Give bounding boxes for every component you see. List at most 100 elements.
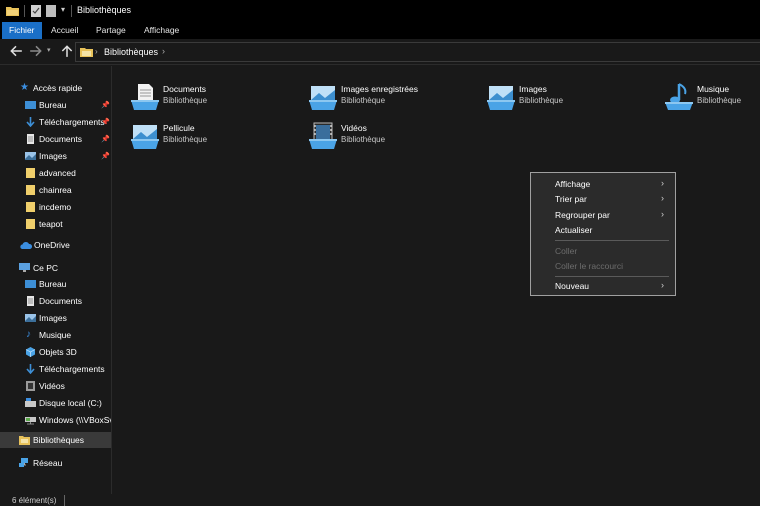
sidebar-item-pc-documents[interactable]: Documents [0, 293, 111, 309]
sidebar-item-label: Vidéos [39, 381, 65, 391]
library-item-images-enregistrees[interactable]: Images enregistrées Bibliothèque [305, 76, 475, 110]
chevron-right-icon: › [661, 280, 664, 290]
library-type: Bibliothèque [519, 96, 564, 105]
menu-item-actualiser[interactable]: Actualiser [531, 222, 675, 237]
properties-icon[interactable] [31, 5, 41, 17]
sidebar-item-label: Windows (\\VBoxSv [39, 415, 112, 425]
customize-toolbar-icon[interactable]: ▾ [61, 5, 65, 14]
title-bar: ▾ Bibliothèques [0, 0, 760, 22]
back-arrow-icon[interactable] [9, 44, 23, 58]
sidebar-item-pc-windows-share[interactable]: Windows (\\VBoxSv [0, 412, 112, 428]
sidebar-item-label: Bibliothèques [33, 435, 85, 445]
menu-item-coller[interactable]: Coller [531, 243, 675, 258]
sidebar-item-telechargements[interactable]: Téléchargements 📌 [0, 114, 111, 130]
path-chevron-icon[interactable]: › [162, 46, 165, 56]
menu-item-affichage[interactable]: Affichage › [531, 176, 675, 191]
navigation-bar: ▾ › Bibliothèques › [0, 39, 760, 65]
documents-library-icon [131, 84, 159, 110]
menu-item-trier-par[interactable]: Trier par › [531, 191, 675, 206]
pin-icon[interactable]: 📌 [101, 101, 110, 109]
library-name: Pellicule [163, 123, 195, 133]
videos-library-icon [309, 122, 337, 149]
sidebar-item-ce-pc[interactable]: Ce PC [0, 260, 111, 276]
sidebar-item-pc-images[interactable]: Images [0, 310, 111, 326]
tab-accueil[interactable]: Accueil [51, 22, 78, 39]
library-name: Documents [163, 84, 206, 94]
tab-partage[interactable]: Partage [96, 22, 126, 39]
sidebar-item-pc-musique[interactable]: ♪ Musique [0, 327, 111, 343]
sidebar-item-label: Images [39, 313, 67, 323]
library-name: Musique [697, 84, 730, 94]
menu-item-nouveau[interactable]: Nouveau › [531, 278, 675, 293]
library-item-musique[interactable]: Musique Bibliothèque [661, 76, 760, 110]
address-path[interactable]: Bibliothèques [104, 47, 158, 57]
network-icon [19, 458, 28, 467]
computer-icon [19, 263, 30, 272]
sidebar-item-label: incdemo [39, 202, 72, 212]
recent-locations-icon[interactable]: ▾ [47, 46, 51, 54]
sidebar-item-documents[interactable]: Documents 📌 [0, 131, 111, 147]
sidebar-item-label: Disque local (C:) [39, 398, 102, 408]
camera-roll-library-icon [131, 125, 159, 149]
sidebar-item-pc-videos[interactable]: Vidéos [0, 378, 111, 394]
sidebar-item-onedrive[interactable]: OneDrive [0, 237, 111, 253]
sidebar-item-chainrea[interactable]: chainrea [0, 182, 111, 198]
sidebar-item-advanced[interactable]: advanced [0, 165, 111, 181]
pin-icon[interactable]: 📌 [101, 152, 110, 160]
star-icon: ★ [20, 82, 29, 93]
music-note-icon: ♪ [26, 329, 31, 340]
folder-icon [6, 7, 19, 16]
library-name: Images [519, 84, 547, 94]
network-drive-icon [25, 417, 36, 425]
sidebar-item-pc-bureau[interactable]: Bureau [0, 276, 111, 292]
new-folder-icon[interactable] [46, 5, 56, 17]
sidebar-item-pc-disque-local[interactable]: Disque local (C:) [0, 395, 111, 411]
menu-item-regrouper-par[interactable]: Regrouper par › [531, 207, 675, 222]
saved-pictures-library-icon [309, 86, 337, 110]
toolbar-divider [24, 5, 25, 17]
menu-item-label: Coller [555, 246, 578, 256]
sidebar-item-bibliotheques[interactable]: Bibliothèques [0, 432, 111, 448]
sidebar-item-label: teapot [39, 219, 63, 229]
menu-divider [555, 276, 669, 277]
library-type: Bibliothèque [163, 96, 208, 105]
sidebar-item-label: advanced [39, 168, 76, 178]
sidebar-item-label: OneDrive [34, 240, 70, 250]
up-arrow-icon[interactable] [60, 44, 74, 58]
sidebar-item-incdemo[interactable]: incdemo [0, 199, 111, 215]
menu-item-label: Trier par [555, 194, 587, 204]
sidebar-item-quick-access[interactable]: ★ Accès rapide [0, 80, 111, 96]
library-item-videos[interactable]: Vidéos Bibliothèque [305, 115, 475, 149]
pin-icon[interactable]: 📌 [101, 118, 110, 126]
menu-item-coller-raccourci[interactable]: Coller le raccourci [531, 258, 675, 273]
sidebar-item-bureau[interactable]: Bureau 📌 [0, 97, 111, 113]
folder-icon [26, 185, 35, 195]
download-arrow-icon [26, 117, 35, 127]
desktop-icon [25, 280, 36, 288]
sidebar-item-reseau[interactable]: Réseau [0, 455, 111, 471]
tab-fichier[interactable]: Fichier [2, 22, 42, 39]
pin-icon[interactable]: 📌 [101, 135, 110, 143]
sidebar-item-images[interactable]: Images 📌 [0, 148, 111, 164]
desktop-icon [25, 101, 36, 109]
libraries-folder-icon [80, 48, 93, 57]
libraries-folder-icon [19, 436, 30, 445]
document-icon [27, 296, 34, 306]
menu-item-label: Nouveau [555, 281, 590, 291]
sidebar-item-label: Ce PC [33, 263, 59, 273]
library-item-pellicule[interactable]: Pellicule Bibliothèque [127, 115, 297, 149]
library-item-images[interactable]: Images Bibliothèque [483, 76, 653, 110]
music-library-icon [665, 83, 693, 110]
ribbon-tabs: Fichier Accueil Partage Affichage [0, 22, 760, 39]
tab-affichage[interactable]: Affichage [144, 22, 179, 39]
sidebar-item-label: Musique [39, 330, 72, 340]
address-bar[interactable]: › Bibliothèques › [75, 42, 760, 62]
forward-arrow-icon[interactable] [29, 44, 43, 58]
sidebar-item-pc-objets-3d[interactable]: Objets 3D [0, 344, 111, 360]
sidebar-item-label: Bureau [39, 279, 67, 289]
library-item-documents[interactable]: Documents Bibliothèque [127, 76, 297, 110]
sidebar-item-teapot[interactable]: teapot [0, 216, 111, 232]
status-divider [64, 495, 65, 506]
sidebar-item-pc-telechargements[interactable]: Téléchargements [0, 361, 111, 377]
chevron-right-icon: › [661, 193, 664, 203]
